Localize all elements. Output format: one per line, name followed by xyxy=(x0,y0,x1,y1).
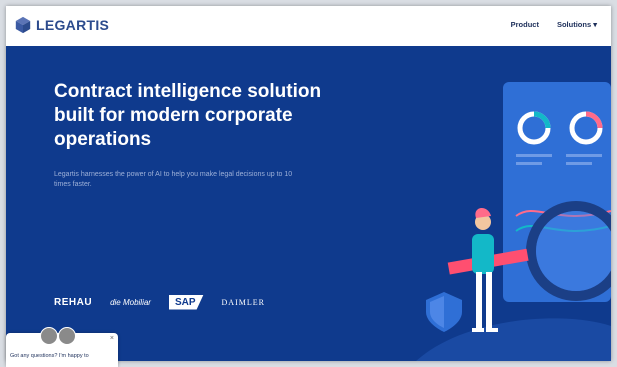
chat-avatars xyxy=(40,327,76,345)
hero-illustration xyxy=(416,82,611,361)
client-logo-daimler: DAIMLER xyxy=(221,297,265,307)
main-nav: Product Solutions ▾ xyxy=(511,20,597,29)
client-logos: REHAU die Mobiliar SAP DAIMLER xyxy=(54,290,265,314)
hero-title: Contract intelligence solution built for… xyxy=(54,81,322,150)
hero-subtitle: Legartis harnesses the power of AI to he… xyxy=(54,171,293,188)
brand-logo[interactable]: LEGARTIS xyxy=(14,16,109,34)
chat-widget[interactable]: × Got any questions? I'm happy to xyxy=(6,327,118,367)
client-logo-mobiliar: die Mobiliar xyxy=(110,297,151,307)
avatar xyxy=(58,327,76,345)
nav-product[interactable]: Product xyxy=(511,20,539,29)
nav-solutions-label: Solutions xyxy=(556,20,592,29)
avatar xyxy=(40,327,58,345)
client-logo-rehau: REHAU xyxy=(54,296,93,308)
close-icon[interactable]: × xyxy=(110,335,114,342)
logo-cube-icon xyxy=(15,16,31,34)
chevron-down-icon: ▾ xyxy=(593,20,597,29)
client-logo-sap: SAP xyxy=(168,294,204,310)
chat-message: Got any questions? I'm happy to xyxy=(10,353,89,359)
page-frame: LEGARTIS Product Solutions ▾ Contract in… xyxy=(6,6,611,361)
top-navbar: LEGARTIS Product Solutions ▾ xyxy=(6,6,611,46)
nav-solutions[interactable]: Solutions ▾ xyxy=(557,20,597,29)
brand-name: LEGARTIS xyxy=(36,17,110,33)
